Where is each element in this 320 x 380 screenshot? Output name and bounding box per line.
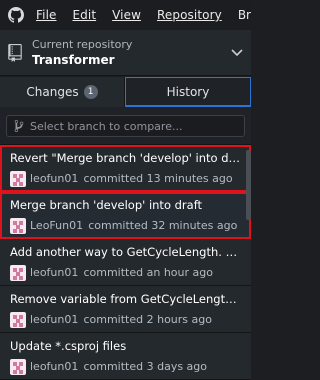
tab-bar: Changes 1 History [0, 77, 251, 107]
commit-author: leofun01 [30, 172, 79, 185]
commit-time: committed 3 days ago [83, 360, 208, 373]
menu-repository[interactable]: Repository [157, 8, 222, 22]
avatar [10, 170, 26, 187]
github-logo-icon[interactable] [8, 6, 24, 24]
branch-compare-input[interactable] [30, 119, 244, 133]
menu-file[interactable]: File [36, 8, 56, 22]
commit-author: leofun01 [30, 313, 79, 326]
commit-title: Add another way to GetCycleLength. Up... [10, 245, 242, 259]
commit-title: Update *.csproj files [10, 339, 127, 353]
commit-time: committed 13 minutes ago [83, 172, 233, 185]
commit-item[interactable]: Remove variable from GetCycleLength. ...… [0, 286, 251, 333]
commit-item[interactable]: Update *.csproj files leofun01 committed… [0, 333, 251, 380]
repository-icon [8, 43, 22, 62]
commit-author: leofun01 [30, 266, 79, 279]
menu-branch-truncated[interactable]: Br [238, 8, 251, 22]
avatar [10, 358, 26, 375]
commit-time: committed 2 hours ago [83, 313, 212, 326]
avatar [10, 264, 26, 281]
menu-edit[interactable]: Edit [72, 8, 96, 22]
avatar [10, 311, 26, 328]
git-branch-icon [14, 119, 24, 133]
commit-item[interactable]: Revert "Merge branch 'develop' into dr..… [0, 145, 251, 192]
commit-author: LeoFun01 [30, 219, 84, 232]
commit-time: committed 32 minutes ago [88, 219, 238, 232]
repository-name: Transformer [32, 52, 115, 67]
commit-title: Merge branch 'develop' into draft [10, 198, 203, 212]
commit-title: Revert "Merge branch 'develop' into dr..… [10, 151, 242, 165]
tab-history[interactable]: History [125, 77, 251, 107]
commit-time: committed an hour ago [83, 266, 213, 279]
commit-title: Remove variable from GetCycleLength. ... [10, 292, 242, 306]
commit-meta: leofun01 committed an hour ago [10, 263, 251, 282]
branch-compare-box[interactable] [6, 115, 245, 137]
commit-meta: leofun01 committed 3 days ago [10, 357, 251, 376]
commit-meta: leofun01 committed 13 minutes ago [10, 169, 251, 188]
changes-count-badge: 1 [83, 85, 98, 99]
tab-changes[interactable]: Changes 1 [0, 77, 125, 107]
repository-caption: Current repository [32, 37, 133, 51]
commit-list-scrollbar[interactable] [246, 150, 251, 220]
commit-author: leofun01 [30, 360, 79, 373]
tab-history-label: History [166, 84, 210, 99]
chevron-down-icon [231, 49, 243, 57]
commit-item[interactable]: Merge branch 'develop' into draft LeoFun… [0, 192, 251, 239]
commit-meta: LeoFun01 committed 32 minutes ago [10, 216, 251, 235]
menu-bar: File Edit View Repository Br [0, 0, 251, 30]
repository-text: Current repository Transformer [32, 38, 132, 68]
tab-changes-label: Changes [26, 85, 79, 99]
commit-meta: leofun01 committed 2 hours ago [10, 310, 251, 329]
commit-list: Revert "Merge branch 'develop' into dr..… [0, 145, 251, 380]
avatar [10, 217, 26, 234]
menu-view[interactable]: View [112, 8, 141, 22]
branch-compare-area [0, 107, 251, 145]
commit-item[interactable]: Add another way to GetCycleLength. Up...… [0, 239, 251, 286]
current-repository-selector[interactable]: Current repository Transformer [0, 30, 251, 76]
